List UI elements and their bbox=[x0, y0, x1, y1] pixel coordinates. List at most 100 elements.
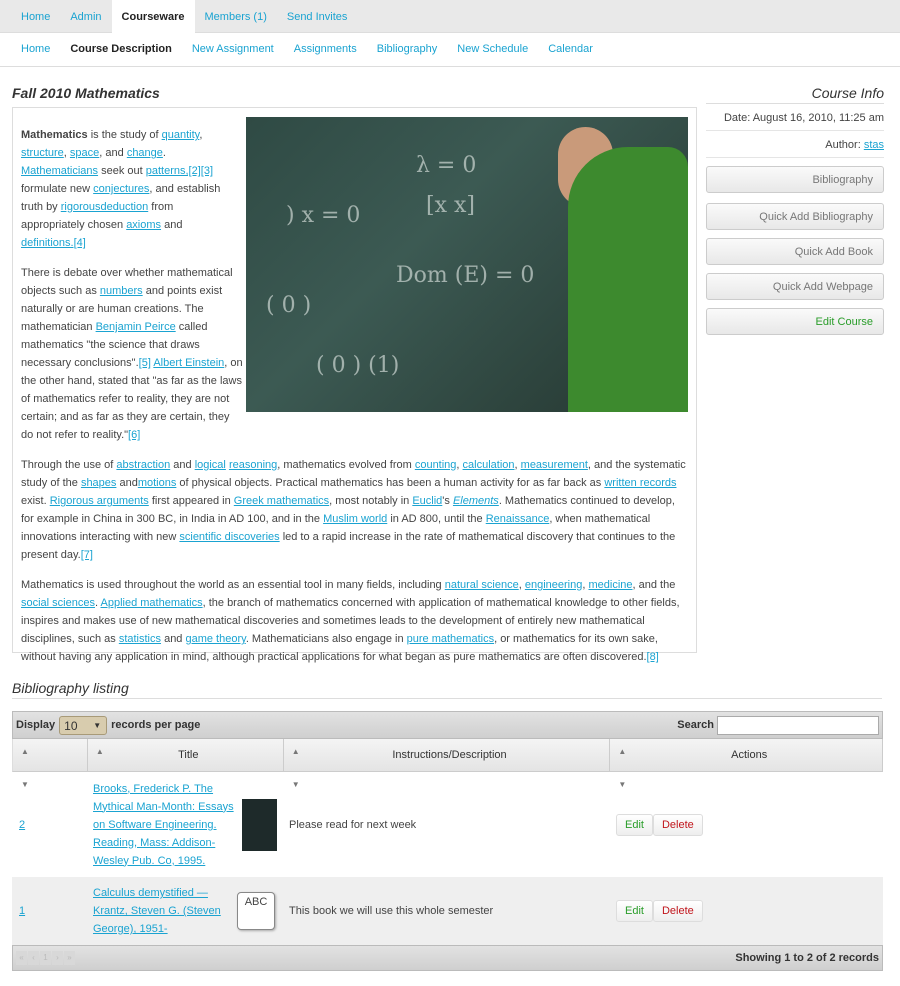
sort-icon: ▲ ▼ bbox=[291, 747, 300, 789]
subnav-home[interactable]: Home bbox=[11, 33, 60, 66]
per-page-select[interactable]: 10 ▼ bbox=[59, 715, 108, 735]
tab-courseware[interactable]: Courseware bbox=[111, 0, 195, 34]
bibliography-table: Display 10 ▼ records per page Search ▲ ▼ ▲… bbox=[12, 711, 884, 971]
prev-page-button[interactable]: ‹ bbox=[28, 951, 39, 965]
wiki-link[interactable]: structure bbox=[21, 147, 64, 159]
wiki-link[interactable]: definitions bbox=[21, 237, 71, 249]
first-page-button[interactable]: « bbox=[16, 951, 27, 965]
next-page-button[interactable]: › bbox=[52, 951, 63, 965]
wiki-link[interactable]: counting bbox=[415, 459, 457, 471]
column-header-actions[interactable]: ▲ ▼ Actions bbox=[610, 739, 884, 789]
header-label: Actions bbox=[731, 749, 768, 761]
wiki-link[interactable]: shapes bbox=[81, 477, 116, 489]
tab-home[interactable]: Home bbox=[11, 0, 60, 32]
wiki-link[interactable]: numbers bbox=[100, 285, 143, 297]
text-segment: , and bbox=[99, 147, 127, 159]
text-segment: and bbox=[170, 459, 195, 471]
wiki-link[interactable]: ,[2][3] bbox=[186, 165, 214, 177]
course-description: λ = 0 ) x = 0 [x x] Dom (E) = 0 ( 0 ) ( … bbox=[12, 107, 697, 663]
wiki-link[interactable]: [5] bbox=[139, 357, 151, 369]
wiki-link[interactable]: reasoning bbox=[229, 459, 277, 471]
records-info: Showing 1 to 2 of 2 records bbox=[735, 952, 879, 964]
wiki-link[interactable]: natural science bbox=[445, 579, 519, 591]
edit-course-button[interactable]: Edit Course bbox=[706, 308, 884, 335]
bibliography-button[interactable]: Bibliography bbox=[706, 166, 884, 193]
subnav-calendar[interactable]: Calendar bbox=[538, 33, 603, 66]
header-label: Title bbox=[178, 749, 199, 761]
column-header-id[interactable]: ▲ ▼ bbox=[13, 739, 88, 789]
tab-send-invites[interactable]: Send Invites bbox=[277, 0, 358, 32]
wiki-link[interactable]: rigorousdeduction bbox=[61, 201, 148, 213]
wiki-link[interactable]: quantity bbox=[162, 129, 200, 141]
edit-button[interactable]: Edit bbox=[616, 900, 653, 922]
header-label: Instructions/Description bbox=[392, 749, 507, 761]
wiki-link[interactable]: game theory bbox=[185, 633, 245, 645]
edit-button[interactable]: Edit bbox=[616, 813, 653, 836]
wiki-link[interactable]: Elements bbox=[453, 495, 499, 507]
subnav-course-description[interactable]: Course Description bbox=[60, 33, 181, 66]
wiki-link[interactable]: patterns bbox=[146, 165, 186, 177]
subnav-assignments[interactable]: Assignments bbox=[284, 33, 367, 66]
dropdown-arrow-icon: ▼ bbox=[93, 720, 102, 730]
wiki-link[interactable]: Mathematicians bbox=[21, 165, 98, 177]
page-1-button[interactable]: 1 bbox=[40, 951, 51, 965]
text-segment: seek out bbox=[98, 165, 146, 177]
quick-add-webpage-button[interactable]: Quick Add Webpage bbox=[706, 273, 884, 300]
wiki-link[interactable]: Albert Einstein bbox=[153, 357, 224, 369]
wiki-link[interactable]: engineering bbox=[525, 579, 583, 591]
author-link[interactable]: stas bbox=[864, 139, 884, 151]
quick-add-bibliography-button[interactable]: Quick Add Bibliography bbox=[706, 203, 884, 230]
display-label: Display bbox=[16, 719, 56, 731]
text-segment: . Mathematicians also engage in bbox=[245, 633, 407, 645]
wiki-link[interactable]: abstraction bbox=[116, 459, 170, 471]
text-segment: exist. bbox=[21, 495, 50, 507]
row-id-link[interactable]: 1 bbox=[19, 905, 25, 917]
wiki-link[interactable]: Euclid bbox=[412, 495, 442, 507]
wiki-link[interactable]: medicine bbox=[588, 579, 632, 591]
wiki-link[interactable]: pure mathematics bbox=[407, 633, 494, 645]
wiki-link[interactable]: [7] bbox=[81, 549, 93, 561]
wiki-link[interactable]: .[4] bbox=[71, 237, 86, 249]
quick-add-book-button[interactable]: Quick Add Book bbox=[706, 238, 884, 265]
wiki-link[interactable]: [8] bbox=[647, 651, 659, 663]
wiki-link[interactable]: Rigorous arguments bbox=[50, 495, 149, 507]
wiki-link[interactable]: Muslim world bbox=[323, 513, 387, 525]
wiki-link[interactable]: space bbox=[70, 147, 99, 159]
delete-button[interactable]: Delete bbox=[652, 900, 703, 922]
delete-button[interactable]: Delete bbox=[652, 813, 703, 836]
text-segment: , bbox=[199, 129, 203, 141]
title-link[interactable]: Brooks, Frederick P. The Mythical Man-Mo… bbox=[93, 780, 242, 870]
subnav-new-assignment[interactable]: New Assignment bbox=[182, 33, 284, 66]
wiki-link[interactable]: change bbox=[127, 147, 163, 159]
wiki-link[interactable]: motions bbox=[138, 477, 177, 489]
last-page-button[interactable]: » bbox=[64, 951, 75, 965]
wiki-link[interactable]: social sciences bbox=[21, 597, 95, 609]
tab-admin[interactable]: Admin bbox=[60, 0, 111, 32]
wiki-link[interactable]: Applied mathematics bbox=[101, 597, 203, 609]
text-segment: in AD 800, until the bbox=[387, 513, 486, 525]
text-segment: and bbox=[161, 219, 183, 231]
wiki-link[interactable]: measurement bbox=[521, 459, 588, 471]
wiki-link[interactable]: scientific discoveries bbox=[179, 531, 279, 543]
column-header-description[interactable]: ▲ ▼ Instructions/Description bbox=[284, 739, 611, 789]
subnav-new-schedule[interactable]: New Schedule bbox=[447, 33, 538, 66]
wiki-link[interactable]: axioms bbox=[126, 219, 161, 231]
wiki-link[interactable]: [6] bbox=[128, 429, 140, 441]
wiki-link[interactable]: statistics bbox=[119, 633, 161, 645]
wiki-link[interactable]: Greek mathematics bbox=[234, 495, 329, 507]
top-nav: Home Admin Courseware Members (1) Send I… bbox=[0, 0, 900, 34]
tab-members[interactable]: Members (1) bbox=[195, 0, 277, 32]
title-link[interactable]: Calculus demystified — Krantz, Steven G.… bbox=[93, 884, 228, 938]
search-input[interactable] bbox=[717, 715, 879, 735]
subnav-bibliography[interactable]: Bibliography bbox=[367, 33, 448, 66]
course-info: Course Info Date: August 16, 2010, 11:25… bbox=[706, 85, 884, 335]
wiki-link[interactable]: written records bbox=[604, 477, 676, 489]
wiki-link[interactable]: calculation bbox=[463, 459, 515, 471]
text-segment: 's bbox=[442, 495, 453, 507]
wiki-link[interactable]: Renaissance bbox=[486, 513, 550, 525]
wiki-link[interactable]: logical bbox=[195, 459, 226, 471]
wiki-link[interactable]: conjectures bbox=[93, 183, 149, 195]
wiki-link[interactable]: Benjamin Peirce bbox=[96, 321, 176, 333]
row-id-link[interactable]: 2 bbox=[19, 819, 25, 831]
column-header-title[interactable]: ▲ Title bbox=[88, 739, 284, 771]
